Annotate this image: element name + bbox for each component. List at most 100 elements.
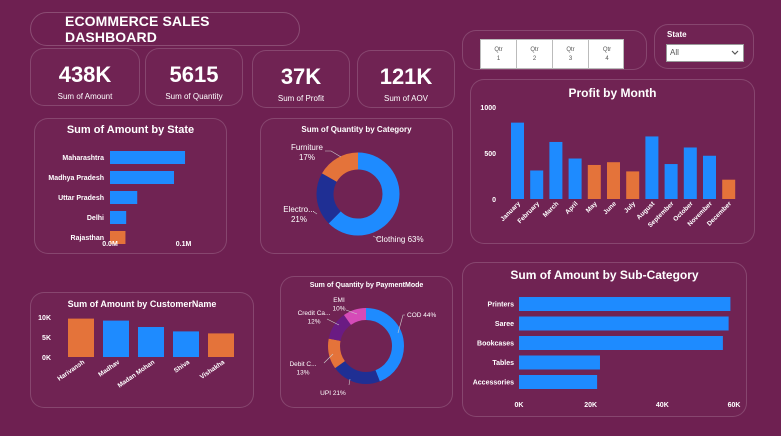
x-tick-label: March — [542, 200, 561, 219]
quarter-button-label: Qtr — [494, 47, 503, 53]
bar — [626, 171, 640, 199]
y-tick-label: Uttar Pradesh — [58, 195, 104, 202]
bar — [208, 333, 234, 357]
quarter-button-number: 2 — [532, 56, 537, 62]
bar — [683, 147, 697, 199]
profit-by-month-chart: 10005000 JanuaryFebruary March April May June… — [480, 105, 736, 229]
quantity-by-paymentmode-chart: COD 44% UPI 21% Debit C... 13% Credit Ca... 1… — [289, 297, 436, 397]
slice-label: COD 44% — [407, 312, 436, 319]
amount-by-state-chart: Maharashtra Madhya Pradesh Uttar Pradesh De… — [48, 151, 192, 248]
state-dropdown[interactable]: All — [666, 44, 744, 62]
y-tick-label: Rajasthan — [71, 235, 104, 242]
bar — [519, 375, 598, 389]
bar — [519, 297, 731, 311]
bar — [519, 355, 600, 370]
x-tick-label: 0.0M — [102, 241, 118, 248]
quarter-slicer: Qtr 1 Qtr 2 Qtr 3 Qtr 4 — [480, 39, 624, 69]
y-tick-label: 10K — [38, 315, 51, 322]
bar — [173, 331, 199, 357]
x-tick-label: Madhav — [97, 359, 121, 379]
kpi-label: Sum of AOV — [383, 94, 429, 103]
quarter-button-3[interactable]: Qtr 3 — [553, 40, 589, 68]
y-tick-label: Printers — [488, 302, 515, 309]
quarter-button-number: 1 — [496, 56, 501, 62]
quantity-by-category-chart: Clothing 63% Electro... 21% Furniture 17% — [283, 143, 424, 244]
bar — [103, 320, 129, 357]
quarter-button-2[interactable]: Qtr 2 — [517, 40, 553, 68]
slice-label: UPI 21% — [320, 390, 346, 397]
quantity-by-category-panel: Sum of Quantity by Category Clothing 63%… — [260, 118, 453, 254]
bar — [110, 191, 138, 204]
x-tick-label: 0.1M — [176, 241, 192, 248]
bar — [703, 155, 716, 199]
kpi-value: 5615 — [169, 62, 219, 87]
bar — [519, 336, 723, 350]
y-tick-label: 500 — [484, 151, 496, 158]
kpi-label: Sum of Quantity — [165, 92, 223, 101]
bar — [607, 162, 620, 199]
quarter-button-1[interactable]: Qtr 1 — [481, 40, 517, 68]
kpi-card-quantity: 5615 Sum of Quantity — [145, 48, 243, 106]
x-tick-label: 60K — [728, 402, 741, 409]
state-slicer-label: State — [667, 30, 687, 39]
bar — [568, 158, 582, 199]
x-tick-label: May — [585, 200, 599, 214]
quarter-button-number: 4 — [605, 56, 609, 62]
kpi-card-aov: 121K Sum of AOV — [357, 50, 455, 108]
bar — [587, 164, 601, 199]
amount-by-state-panel: Sum of Amount by State Maharashtra Madhya… — [34, 118, 227, 254]
slice-label: Furniture 17% — [291, 143, 324, 162]
x-tick-label: Vishakha — [199, 359, 227, 381]
kpi-label: Sum of Amount — [57, 92, 113, 101]
x-tick-label: April — [564, 200, 580, 216]
x-tick-label: 40K — [656, 402, 669, 409]
bar — [722, 179, 736, 199]
y-tick-label: Tables — [492, 360, 514, 367]
quarter-button-label: Qtr — [602, 47, 612, 53]
state-dropdown-value: All — [670, 48, 679, 57]
y-tick-label: 0 — [492, 197, 496, 204]
y-tick-label: Saree — [495, 321, 514, 328]
bar — [530, 170, 544, 199]
amount-by-customer-panel: Sum of Amount by CustomerName 10K 5K 0K Har… — [30, 292, 254, 408]
kpi-card-amount: 438K Sum of Amount — [30, 48, 140, 106]
amount-by-subcategory-chart: Printers Saree Bookcases Tables Accessories 0… — [473, 297, 741, 409]
chevron-down-icon — [731, 50, 739, 55]
bar — [110, 211, 127, 224]
y-tick-label: Maharashtra — [62, 155, 104, 162]
slice-label: EMI 10% — [332, 297, 345, 313]
y-tick-label: Delhi — [87, 215, 104, 222]
y-tick-label: Madhya Pradesh — [48, 175, 104, 182]
kpi-value: 37K — [280, 64, 322, 89]
x-tick-label: Shiva — [173, 359, 192, 375]
quarter-button-label: Qtr — [566, 47, 575, 53]
bar — [549, 141, 563, 199]
quarter-button-4[interactable]: Qtr 4 — [589, 40, 625, 68]
y-tick-label: 5K — [42, 335, 51, 342]
y-tick-label: 0K — [42, 355, 51, 362]
amount-by-subcategory-panel: Sum of Amount by Sub-Category Printers Sa… — [462, 262, 747, 417]
bar — [519, 316, 729, 331]
amount-by-customer-chart: 10K 5K 0K Harivansh MadhavMadan Mohan Shiva Vi… — [38, 315, 234, 390]
slice-label: Clothing 63% — [376, 235, 424, 244]
slice-label: Credit Ca... 12% — [298, 310, 331, 326]
quarter-button-number: 3 — [568, 56, 573, 62]
y-tick-label: Bookcases — [477, 341, 514, 348]
x-tick-label: 0K — [515, 402, 524, 409]
bar — [664, 164, 678, 199]
x-tick-label: July — [623, 200, 637, 214]
kpi-value: 121K — [379, 64, 433, 89]
quarter-button-label: Qtr — [530, 47, 539, 53]
slice-label: Electro... 21% — [283, 205, 315, 224]
y-tick-label: 1000 — [480, 105, 496, 112]
dashboard-title: ECOMMERCE SALES DASHBOARD — [30, 12, 300, 46]
x-tick-label: Madan Mohan — [117, 359, 157, 390]
bar — [511, 122, 524, 199]
kpi-card-profit: 37K Sum of Profit — [252, 50, 350, 108]
x-tick-label: 20K — [584, 402, 597, 409]
quantity-by-paymentmode-panel: Sum of Quantity by PaymentMode COD 44% UP… — [280, 276, 453, 408]
slice-label: Debit C... 13% — [289, 361, 316, 377]
kpi-value: 438K — [58, 62, 112, 87]
bar — [645, 136, 659, 199]
bar — [138, 327, 164, 357]
